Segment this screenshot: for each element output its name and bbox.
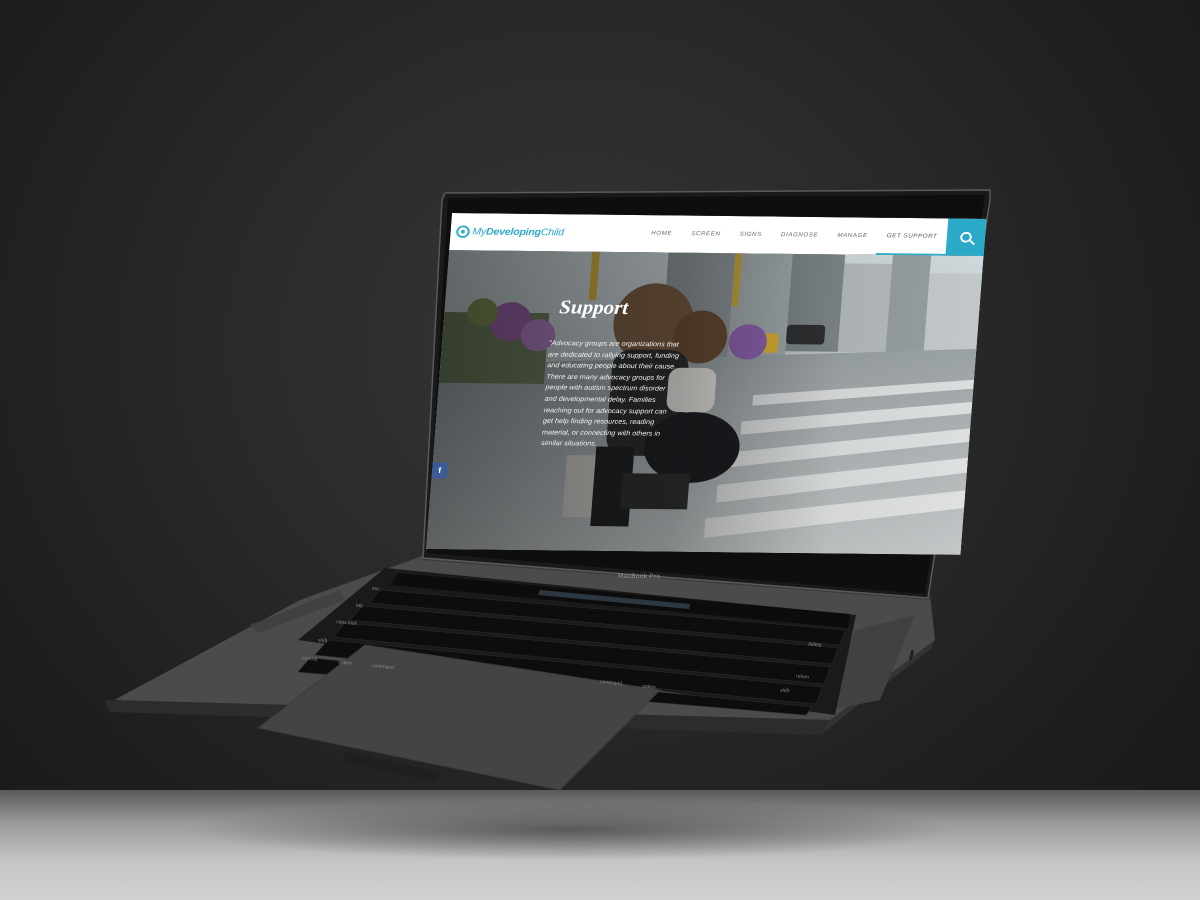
key-control: control bbox=[301, 655, 318, 663]
key-command-right: command bbox=[599, 678, 623, 688]
nav-home[interactable]: HOME bbox=[640, 215, 683, 253]
device-brand-label: MacBook Pro bbox=[617, 572, 661, 581]
site-logo[interactable]: MyDevelopingChild bbox=[455, 225, 564, 239]
logo-suffix: Child bbox=[540, 227, 565, 239]
key-return: return bbox=[795, 673, 810, 681]
search-button[interactable] bbox=[945, 218, 987, 257]
hero-section: Support "Advocacy groups are organizatio… bbox=[426, 250, 984, 555]
key-caps-lock: caps lock bbox=[335, 618, 358, 628]
logo-bold: Developing bbox=[485, 226, 542, 238]
hero-overlay bbox=[426, 250, 984, 555]
key-shift-left: shift bbox=[317, 637, 328, 645]
scene: esc tab caps lock shift control option c… bbox=[0, 0, 1200, 900]
key-command-left: command bbox=[371, 662, 395, 672]
facebook-icon: f bbox=[437, 465, 442, 475]
facebook-share-button[interactable]: f bbox=[431, 462, 448, 479]
nav-signs[interactable]: SIGNS bbox=[729, 216, 773, 254]
main-nav: HOME SCREEN SIGNS DIAGNOSE MANAGE GET SU… bbox=[640, 215, 948, 255]
logo-prefix: My bbox=[472, 226, 487, 238]
nav-manage[interactable]: MANAGE bbox=[826, 217, 878, 255]
search-icon bbox=[959, 231, 973, 243]
laptop-screen: MyDevelopingChild HOME SCREEN SIGNS DIAG… bbox=[426, 213, 987, 555]
key-shift-right: shift bbox=[779, 687, 790, 695]
logo-text: MyDevelopingChild bbox=[472, 227, 564, 239]
key-tab: tab bbox=[355, 602, 364, 610]
hero-text: "Advocacy groups are organizations that … bbox=[540, 338, 680, 448]
nav-get-support[interactable]: GET SUPPORT bbox=[876, 218, 949, 256]
hero-title: Support bbox=[558, 295, 630, 319]
site-header: MyDevelopingChild HOME SCREEN SIGNS DIAG… bbox=[449, 213, 987, 257]
key-delete: delete bbox=[807, 641, 822, 649]
key-option-left: option bbox=[337, 659, 352, 667]
logo-icon bbox=[455, 225, 471, 238]
key-esc: esc bbox=[371, 585, 381, 593]
nav-diagnose[interactable]: DIAGNOSE bbox=[770, 217, 829, 255]
nav-screen[interactable]: SCREEN bbox=[680, 216, 731, 254]
key-option-right: option bbox=[641, 683, 656, 691]
